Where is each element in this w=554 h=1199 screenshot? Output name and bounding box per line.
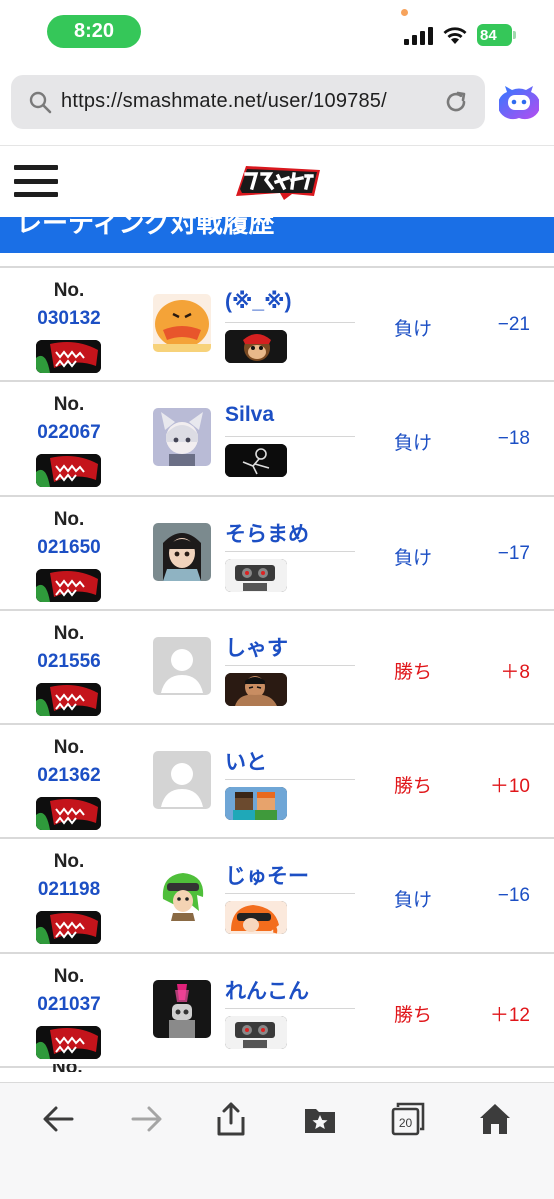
rating-change: −16 — [497, 885, 530, 907]
section-title: レーティング対戦履歴 — [16, 217, 275, 238]
opponent-name-link[interactable]: れんこん — [225, 975, 309, 1005]
smashmate-logo[interactable] — [232, 160, 324, 202]
rating-change: −17 — [497, 542, 530, 564]
url-text[interactable]: https://smashmate.net/user/109785/ — [61, 90, 387, 113]
match-id-link[interactable]: 022067 — [30, 422, 108, 444]
match-result: 負け — [394, 547, 433, 569]
history-row[interactable]: No. 021362 いと 勝ち ＋10 — [0, 723, 554, 838]
own-fighter-icon — [36, 454, 101, 488]
opponent-avatar[interactable] — [153, 408, 211, 467]
name-divider — [225, 893, 355, 895]
match-id-link[interactable]: 030132 — [30, 308, 108, 330]
menu-icon[interactable] — [14, 165, 58, 197]
match-id-link[interactable]: 021037 — [30, 994, 108, 1016]
opponent-avatar[interactable] — [153, 522, 211, 581]
name-divider — [225, 1007, 355, 1009]
rating-change: ＋12 — [489, 1004, 530, 1026]
opponent-avatar[interactable] — [153, 294, 211, 352]
history-row[interactable]: No. 021650 そらまめ 負け −17 — [0, 494, 554, 609]
forward-icon[interactable] — [128, 1101, 164, 1137]
default-avatar-icon[interactable] — [153, 636, 211, 695]
opponent-name-link[interactable]: Silva — [225, 403, 274, 427]
privacy-indicator-dot — [401, 9, 408, 16]
no-label: No. — [53, 965, 85, 987]
no-label: No. — [52, 1064, 92, 1072]
match-id-link[interactable]: 021556 — [30, 651, 108, 673]
back-icon[interactable] — [41, 1101, 77, 1137]
bookmarks-icon[interactable] — [302, 1101, 338, 1137]
site-header — [0, 145, 554, 217]
opponent-fighter-icon — [225, 672, 287, 706]
own-fighter-icon — [36, 682, 101, 716]
battery-charging-icon: 84 — [477, 24, 517, 46]
tabs-icon[interactable]: 20 — [390, 1101, 426, 1137]
no-label: No. — [53, 851, 85, 873]
opponent-fighter-icon — [225, 444, 287, 478]
tabs-count: 20 — [399, 1116, 413, 1130]
history-row[interactable]: No. 021037 れんこん 勝ち ＋12 — [0, 951, 554, 1067]
opponent-name-link[interactable]: しゃす — [225, 632, 288, 662]
assistant-icon[interactable] — [499, 82, 539, 122]
name-divider — [225, 436, 355, 438]
own-fighter-icon — [36, 340, 101, 373]
opponent-fighter-icon — [225, 1015, 287, 1049]
name-divider — [225, 779, 355, 781]
opponent-fighter-icon — [225, 330, 287, 363]
no-label: No. — [53, 737, 85, 759]
match-id-link[interactable]: 021362 — [30, 765, 108, 787]
opponent-name-link[interactable]: そらまめ — [225, 518, 309, 548]
name-divider — [225, 322, 355, 323]
battery-level: 84 — [477, 24, 512, 46]
match-id-link[interactable]: 021650 — [30, 537, 108, 559]
opponent-fighter-icon — [225, 558, 287, 592]
default-avatar-icon[interactable] — [153, 751, 211, 810]
opponent-fighter-icon — [225, 901, 287, 935]
wifi-icon — [443, 27, 467, 44]
match-result: 負け — [394, 319, 433, 340]
cellular-signal-icon — [404, 27, 434, 45]
opponent-avatar[interactable] — [153, 979, 211, 1038]
history-row[interactable]: No. 021556 しゃす 勝ち ＋8 — [0, 608, 554, 724]
opponent-avatar[interactable] — [153, 865, 211, 924]
name-divider — [225, 664, 355, 666]
no-label: No. — [53, 280, 85, 301]
own-fighter-icon — [36, 1025, 101, 1059]
browser-toolbar: 20 — [0, 1082, 554, 1199]
no-label: No. — [53, 622, 85, 644]
address-bar[interactable]: https://smashmate.net/user/109785/ — [11, 75, 485, 129]
own-fighter-icon — [36, 797, 101, 831]
opponent-name-link[interactable]: いと — [225, 746, 267, 776]
history-row: No. — [0, 1064, 554, 1076]
share-icon[interactable] — [213, 1101, 249, 1137]
rating-change: ＋10 — [489, 776, 530, 798]
name-divider — [225, 550, 355, 552]
no-label: No. — [53, 508, 85, 530]
rating-change: ＋8 — [500, 661, 530, 683]
own-fighter-icon — [36, 911, 101, 945]
match-result: 負け — [394, 890, 433, 912]
history-row[interactable]: No. 030132 (※_※) 負け −21 — [0, 266, 554, 381]
rating-change: −18 — [497, 428, 530, 450]
section-banner: レーティング対戦履歴 — [0, 217, 554, 253]
opponent-name-link[interactable]: じゅそー — [225, 860, 309, 890]
match-result: 勝ち — [394, 661, 433, 683]
home-icon[interactable] — [477, 1101, 513, 1137]
match-result: 負け — [394, 433, 433, 455]
rating-history-list: No. 030132 (※_※) 負け −21 No. 022067 Silva… — [0, 266, 554, 1076]
reload-icon[interactable] — [443, 89, 469, 115]
status-time: 8:20 — [47, 15, 141, 48]
rating-change: −21 — [497, 314, 530, 335]
no-label: No. — [53, 394, 85, 416]
opponent-fighter-icon — [225, 787, 287, 821]
history-row[interactable]: No. 022067 Silva 負け −18 — [0, 380, 554, 495]
match-result: 勝ち — [394, 1004, 433, 1026]
opponent-name-link[interactable]: (※_※) — [225, 289, 292, 314]
own-fighter-icon — [36, 568, 101, 602]
status-bar: 8:20 84 — [0, 0, 554, 64]
match-result: 勝ち — [394, 776, 433, 798]
history-row[interactable]: No. 021198 じゅそー 負け −16 — [0, 837, 554, 952]
match-id-link[interactable]: 021198 — [30, 879, 108, 901]
search-icon — [29, 91, 52, 114]
